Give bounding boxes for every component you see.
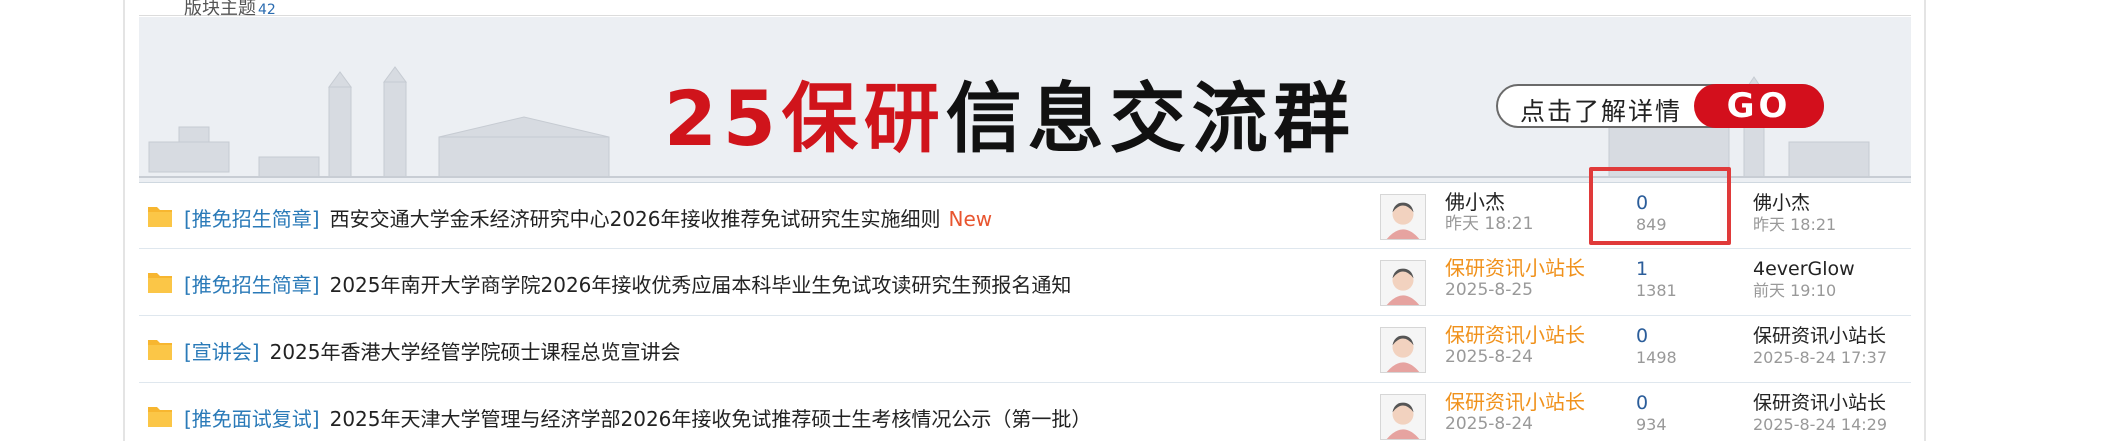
banner-title-black: 信息交流群 xyxy=(945,74,1356,163)
last-post: 佛小杰 昨天 18:21 xyxy=(1753,193,1836,235)
thread-stats: 0 934 xyxy=(1636,393,1667,435)
thread-category-link[interactable]: [推免招生简章] xyxy=(184,273,320,297)
last-post-time-link[interactable]: 2025-8-24 14:29 xyxy=(1753,414,1887,435)
folder-icon xyxy=(148,407,172,427)
thread-title-link[interactable]: 西安交通大学金禾经济研究中心2026年接收推荐免试研究生实施细则 xyxy=(330,207,941,231)
last-post-user-link[interactable]: 佛小杰 xyxy=(1753,193,1836,214)
banner-title-red: 25保研 xyxy=(664,74,946,163)
post-date: 2025-8-25 xyxy=(1445,280,1533,300)
folder-icon xyxy=(148,207,172,227)
reply-count-link[interactable]: 0 xyxy=(1636,326,1677,347)
last-post-time-link[interactable]: 2025-8-24 17:37 xyxy=(1753,347,1887,368)
view-count: 1498 xyxy=(1636,348,1677,367)
avatar[interactable] xyxy=(1380,327,1426,373)
last-post-time-link[interactable]: 前天 19:10 xyxy=(1753,280,1855,301)
thread-author: 保研资讯小站长 2025-8-24 xyxy=(1445,324,1585,368)
last-post-time-link[interactable]: 昨天 18:21 xyxy=(1753,214,1836,235)
folder-icon xyxy=(148,273,172,293)
thread-category-link[interactable]: [推免招生简章] xyxy=(184,207,320,231)
thread-title-wrap: [推免招生简章] 2025年南开大学商学院2026年接收优秀应届本科毕业生免试攻读… xyxy=(184,269,1071,298)
table-row: [推免招生简章] 2025年南开大学商学院2026年接收优秀应届本科毕业生免试攻读… xyxy=(139,249,1911,316)
post-date: 昨天 18:21 xyxy=(1445,214,1534,234)
avatar[interactable] xyxy=(1380,194,1426,240)
author-name-link[interactable]: 保研资讯小站长 xyxy=(1445,324,1585,346)
last-post: 保研资讯小站长 2025-8-24 17:37 xyxy=(1753,326,1887,368)
thread-author: 佛小杰 昨天 18:21 xyxy=(1445,191,1533,235)
forum-header-strip: 版块主题 42 xyxy=(139,0,1911,19)
thread-author: 保研资讯小站长 2025-8-25 xyxy=(1445,257,1585,301)
last-post: 4everGlow 前天 19:10 xyxy=(1753,259,1855,301)
avatar[interactable] xyxy=(1380,260,1426,306)
new-badge: New xyxy=(948,207,993,231)
thread-stats: 0 1498 xyxy=(1636,326,1677,368)
author-name-link[interactable]: 保研资讯小站长 xyxy=(1445,391,1585,413)
annotation-highlight-box xyxy=(1589,167,1731,245)
author-name-link[interactable]: 保研资讯小站长 xyxy=(1445,257,1585,279)
banner-cta-button[interactable]: 点击了解详情 GO xyxy=(1496,84,1824,128)
table-row: [宣讲会] 2025年香港大学经管学院硕士课程总览宣讲会 保研资讯小站长 2025-… xyxy=(139,316,1911,383)
banner-title: 25保研信息交流群 xyxy=(664,57,1356,167)
page-frame-right xyxy=(1924,0,1926,441)
banner-go-button[interactable]: GO xyxy=(1694,84,1824,128)
last-post-user-link[interactable]: 保研资讯小站长 xyxy=(1753,326,1887,347)
table-row: [推免面试复试] 2025年天津大学管理与经济学部2026年接收免试推荐硕士生考核… xyxy=(139,383,1911,441)
last-post-user-link[interactable]: 保研资讯小站长 xyxy=(1753,393,1887,414)
thread-category-link[interactable]: [宣讲会] xyxy=(184,340,260,364)
thread-title-link[interactable]: 2025年天津大学管理与经济学部2026年接收免试推荐硕士生考核情况公示（第一批… xyxy=(330,407,1092,431)
thread-title-link[interactable]: 2025年南开大学商学院2026年接收优秀应届本科毕业生免试攻读研究生预报名通知 xyxy=(330,273,1072,297)
page-frame-left xyxy=(123,0,125,441)
thread-author: 保研资讯小站长 2025-8-24 xyxy=(1445,391,1585,435)
reply-count-link[interactable]: 0 xyxy=(1636,393,1667,414)
thread-title-link[interactable]: 2025年香港大学经管学院硕士课程总览宣讲会 xyxy=(270,340,681,364)
post-date: 2025-8-24 xyxy=(1445,347,1533,367)
thread-stats: 1 1381 xyxy=(1636,259,1677,301)
last-post-user-link[interactable]: 4everGlow xyxy=(1753,259,1855,280)
promo-banner[interactable]: 25保研信息交流群 点击了解详情 GO xyxy=(139,17,1911,182)
avatar[interactable] xyxy=(1380,394,1426,440)
last-post: 保研资讯小站长 2025-8-24 14:29 xyxy=(1753,393,1887,435)
banner-cta-text: 点击了解详情 xyxy=(1520,97,1683,126)
view-count: 934 xyxy=(1636,415,1667,434)
folder-icon xyxy=(148,340,172,360)
reply-count-link[interactable]: 1 xyxy=(1636,259,1677,280)
view-count: 1381 xyxy=(1636,281,1677,300)
post-date: 2025-8-24 xyxy=(1445,414,1533,434)
forum-header-count: 42 xyxy=(258,2,276,18)
thread-title-wrap: [推免招生简章] 西安交通大学金禾经济研究中心2026年接收推荐免试研究生实施细则… xyxy=(184,203,992,232)
thread-title-wrap: [推免面试复试] 2025年天津大学管理与经济学部2026年接收免试推荐硕士生考核… xyxy=(184,403,1091,432)
author-name-link[interactable]: 佛小杰 xyxy=(1445,191,1533,213)
thread-category-link[interactable]: [推免面试复试] xyxy=(184,407,320,431)
thread-title-wrap: [宣讲会] 2025年香港大学经管学院硕士课程总览宣讲会 xyxy=(184,336,681,365)
